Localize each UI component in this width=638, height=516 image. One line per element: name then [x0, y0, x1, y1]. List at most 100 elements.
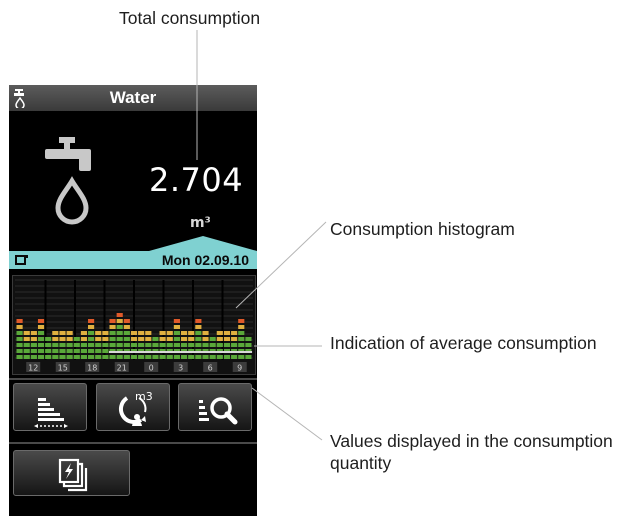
histogram-bar-segment: [173, 319, 180, 323]
histogram-bar-segment: [73, 355, 80, 359]
histogram-bar-segment: [109, 355, 116, 359]
histogram-bar-segment: [238, 325, 245, 329]
date-bar[interactable]: Mon 02.09.10: [9, 251, 257, 269]
histogram-bar-segment: [188, 355, 195, 359]
histogram-bar-segment: [245, 355, 252, 359]
histogram-bar-segment: [52, 349, 59, 353]
histogram-bar-segment: [59, 349, 66, 353]
histogram-bar-segment: [102, 349, 109, 353]
histogram-bar-segment: [66, 349, 73, 353]
histogram-bar-segment: [88, 355, 95, 359]
total-consumption-value: 2.704: [149, 161, 244, 199]
histogram-bar-segment: [159, 337, 166, 341]
histogram-bar-segment: [202, 343, 209, 347]
histogram-bar-segment: [37, 355, 45, 359]
date-label: Mon 02.09.10: [161, 252, 249, 268]
histogram-bar-segment: [180, 331, 188, 335]
histogram-bar-segment: [16, 325, 23, 329]
histogram-bar-segment: [102, 337, 109, 341]
histogram-bar-segment: [116, 325, 123, 329]
histogram-bar-segment: [30, 337, 37, 341]
histogram-view-button[interactable]: [13, 383, 87, 431]
histogram-bar-segment: [209, 343, 216, 347]
histogram-bar-segment: [173, 337, 180, 341]
histogram-bar-segment: [123, 343, 130, 347]
histogram-bar-segment: [195, 343, 202, 347]
histogram-bar-segment: [180, 355, 188, 359]
histogram-bar-segment: [80, 349, 88, 353]
histogram-bar-segment: [109, 325, 116, 329]
histogram-bar-segment: [80, 331, 88, 335]
histogram-bar-segment: [88, 331, 95, 335]
histogram-bar-segment: [59, 355, 66, 359]
histogram-bar-segment: [195, 319, 202, 323]
button-row-divider-2: [9, 442, 257, 444]
histogram-tick-label: 3: [178, 364, 183, 373]
callout-values-displayed-cont: quantity: [330, 453, 392, 473]
consumption-quantity-button[interactable]: m3: [96, 383, 170, 431]
histogram-bar-segment: [16, 349, 23, 353]
faucet-drop-icon: [45, 137, 91, 225]
histogram-bar-segment: [159, 343, 166, 347]
histogram-bar-segment: [88, 337, 95, 341]
histogram-bar-segment: [88, 343, 95, 347]
consumption-histogram[interactable]: 12 15 18 21 0 3 6 9: [12, 275, 256, 375]
histogram-bar-segment: [152, 355, 159, 359]
histogram-bar-segment: [109, 319, 116, 323]
button-row-divider: [9, 378, 257, 380]
title-bar: Water: [9, 85, 257, 111]
histogram-bar-segment: [30, 331, 37, 335]
histogram-bar-segment: [180, 337, 188, 341]
device-screen: Water 2.704 m³ Mon 02.09.10 12 15 18 21 0 3 6 9: [9, 85, 257, 516]
histogram-bar-segment: [88, 325, 95, 329]
histogram-bar-segment: [238, 337, 245, 341]
histogram-bar-segment: [45, 349, 52, 353]
histogram-bar-segment: [202, 355, 209, 359]
histogram-bar-segment: [209, 337, 216, 341]
histogram-bar-segment: [202, 331, 209, 335]
histogram-bar-segment: [37, 319, 45, 323]
histogram-bar-segment: [45, 355, 52, 359]
histogram-bar-segment: [52, 343, 59, 347]
histogram-bar-segment: [109, 331, 116, 335]
histogram-tick-label: 12: [28, 364, 38, 373]
histogram-bar-segment: [152, 337, 159, 341]
histogram-bar-segment: [109, 343, 116, 347]
histogram-bar-segment: [95, 343, 102, 347]
histogram-bar-segment: [216, 343, 223, 347]
histogram-bar-segment: [102, 343, 109, 347]
histogram-bar-segment: [231, 337, 238, 341]
histogram-bar-segment: [145, 343, 152, 347]
histogram-tick-label: 6: [208, 364, 213, 373]
histogram-bar-segment: [59, 331, 66, 335]
histogram-bar-segment: [30, 355, 37, 359]
histogram-bar-segment: [16, 331, 23, 335]
histogram-bar-segment: [23, 331, 30, 335]
histogram-bar-segment: [88, 319, 95, 323]
histogram-bar-segment: [116, 343, 123, 347]
histogram-bar-segment: [23, 337, 30, 341]
multi-page-button[interactable]: [13, 450, 130, 496]
histogram-bar-segment: [130, 355, 138, 359]
unit-label: m³: [190, 215, 211, 231]
histogram-bar-segment: [23, 355, 30, 359]
histogram-bar-segment: [209, 355, 216, 359]
m3-cycle-icon: m3: [119, 390, 153, 426]
zoom-button[interactable]: [178, 383, 252, 431]
histogram-bar-segment: [16, 337, 23, 341]
histogram-bar-segment: [188, 343, 195, 347]
histogram-bar-segment: [80, 343, 88, 347]
histogram-bar-segment: [88, 349, 95, 353]
histogram-tick-label: 0: [149, 364, 154, 373]
histogram-bar-segment: [138, 343, 145, 347]
histogram-bar-segment: [173, 331, 180, 335]
histogram-bar-segment: [80, 337, 88, 341]
histogram-bar-segment: [123, 319, 130, 323]
m3-text: m3: [135, 390, 153, 403]
histogram-bar-segment: [238, 331, 245, 335]
histogram-tick-label: 15: [58, 364, 68, 373]
histogram-bar-segment: [238, 343, 245, 347]
histogram-bar-segment: [52, 337, 59, 341]
histogram-bar-segment: [195, 325, 202, 329]
histogram-bar-segment: [130, 343, 138, 347]
